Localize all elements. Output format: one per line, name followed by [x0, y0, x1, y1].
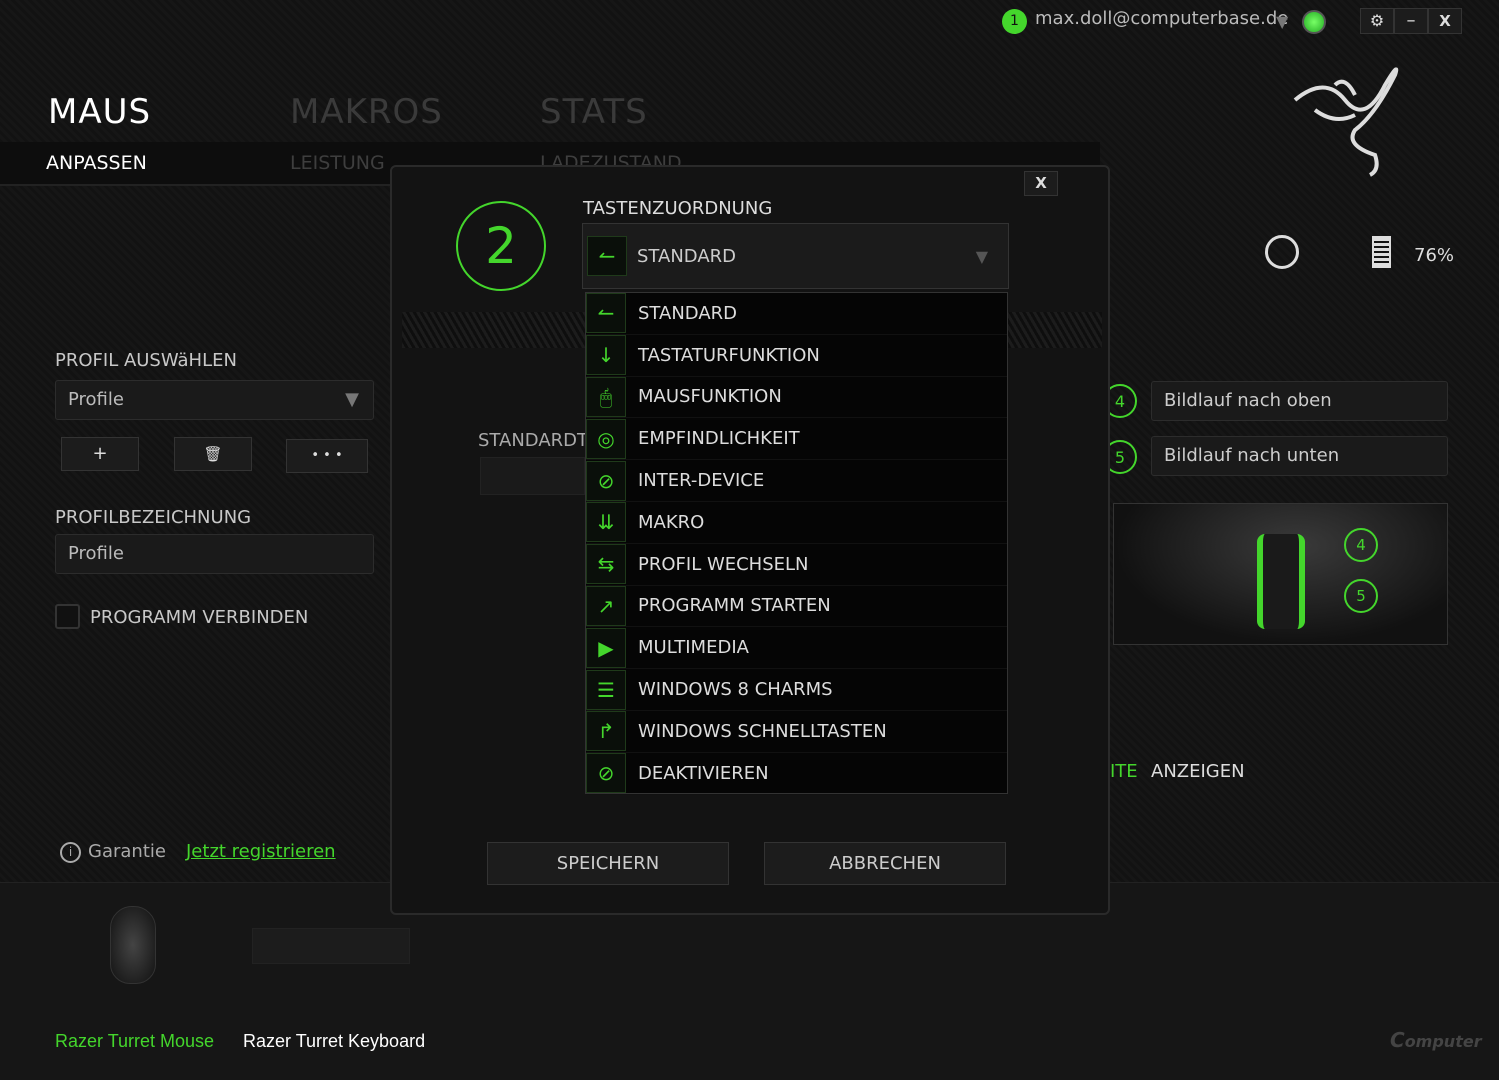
option-label: TASTATURFUNKTION	[638, 344, 820, 366]
assignment-options-list: ↼ STANDARD ↓ TASTATURFUNKTION 🖱 MAUSFUNKTION ◎…	[585, 292, 1008, 795]
profile-select-value: Profile	[68, 389, 124, 410]
shortcut-icon: ↱	[586, 711, 626, 752]
option-label: EMPFINDLICHKEIT	[638, 428, 800, 450]
option-programm-starten[interactable]: ↗ PROGRAMM STARTEN	[586, 585, 1007, 628]
preview-key-4[interactable]: 4	[1344, 528, 1378, 562]
device-razer-turret-mouse[interactable]: Razer Turret Mouse	[55, 1031, 214, 1052]
minimize-button[interactable]: –	[1394, 8, 1428, 34]
assignment-select[interactable]: ↼ STANDARD ▼	[582, 223, 1009, 289]
razer-logo-icon	[1293, 67, 1399, 177]
key-assignment-5[interactable]: Bildlauf nach unten	[1151, 436, 1448, 476]
profile-name-input[interactable]: Profile	[55, 534, 374, 574]
option-standard[interactable]: ↼ STANDARD	[586, 293, 1007, 335]
chevron-down-icon: ▼	[975, 246, 988, 266]
status-indicator-icon	[1302, 10, 1326, 34]
add-profile-button[interactable]: +	[61, 437, 139, 471]
tab-makros[interactable]: MAKROS	[290, 92, 443, 132]
option-multimedia[interactable]: ▶ MULTIMEDIA	[586, 627, 1007, 670]
sensitivity-icon: ◎	[586, 418, 626, 459]
cancel-button[interactable]: ABBRECHEN	[764, 842, 1006, 885]
register-link[interactable]: Jetzt registrieren	[186, 841, 336, 862]
device-razer-turret-keyboard[interactable]: Razer Turret Keyboard	[243, 1031, 425, 1052]
option-windows-8-charms[interactable]: ☰ WINDOWS 8 CHARMS	[586, 669, 1007, 711]
option-label: INTER-DEVICE	[638, 470, 765, 492]
info-icon: i	[60, 842, 81, 863]
battery-percentage: 76%	[1414, 245, 1455, 266]
show-label[interactable]: ANZEIGEN	[1151, 761, 1245, 782]
option-makro[interactable]: ⇊ MAKRO	[586, 502, 1007, 544]
subtab-leistung[interactable]: LEISTUNG	[290, 152, 385, 174]
tab-stats[interactable]: STATS	[540, 92, 648, 132]
assignment-select-value: STANDARD	[637, 245, 737, 267]
dialog-title: TASTENZUORDNUNG	[583, 198, 773, 219]
option-label: WINDOWS SCHNELLTASTEN	[638, 720, 887, 742]
option-profil-wechseln[interactable]: ⇆ PROFIL WECHSELN	[586, 544, 1007, 586]
notification-badge[interactable]: 1	[1002, 9, 1027, 34]
profile-name-label: PROFILBEZEICHNUNG	[55, 507, 252, 528]
link-program-checkbox[interactable]	[55, 604, 80, 629]
close-button[interactable]: X	[1428, 8, 1462, 34]
option-inter-device[interactable]: ⊘ INTER-DEVICE	[586, 460, 1007, 502]
option-mausfunktion[interactable]: 🖱 MAUSFUNKTION	[586, 376, 1007, 419]
link-program-label: PROGRAMM VERBINDEN	[90, 607, 309, 628]
dialog-close-button[interactable]: X	[1024, 171, 1058, 196]
mouse-status-icon	[1265, 235, 1299, 269]
preview-key-5[interactable]: 5	[1344, 579, 1378, 613]
settings-button[interactable]: ⚙	[1360, 8, 1394, 34]
behind-label: STANDARDT	[478, 430, 589, 451]
mouse-preview-image: 4 5	[1113, 503, 1448, 645]
tab-maus[interactable]: MAUS	[48, 92, 151, 132]
key-assignment-4[interactable]: Bildlauf nach oben	[1151, 381, 1448, 421]
more-options-button[interactable]: • • •	[286, 439, 368, 473]
show-partial-label[interactable]: ITE	[1110, 761, 1138, 782]
launch-program-icon: ↗	[586, 585, 626, 626]
button-number-badge: 2	[456, 201, 546, 291]
profile-select-label: PROFIL AUSWäHLEN	[55, 350, 237, 371]
option-label: STANDARD	[638, 302, 738, 324]
option-label: PROFIL WECHSELN	[638, 553, 809, 575]
option-empfindlichkeit[interactable]: ◎ EMPFINDLICHKEIT	[586, 418, 1007, 461]
option-label: MAKRO	[638, 511, 705, 533]
chevron-down-icon: ▼	[345, 389, 359, 410]
switch-profile-icon: ⇆	[586, 544, 626, 585]
multimedia-icon: ▶	[586, 627, 626, 668]
account-name[interactable]: max.doll@computerbase.de	[1035, 8, 1288, 29]
option-label: PROGRAMM STARTEN	[638, 595, 831, 617]
mouse-icon: 🖱	[586, 376, 626, 417]
option-deaktivieren[interactable]: ⊘ DEAKTIVIEREN	[586, 753, 1007, 795]
mouse-device-image[interactable]	[110, 906, 156, 984]
save-button[interactable]: SPEICHERN	[487, 842, 729, 885]
option-windows-schnelltasten[interactable]: ↱ WINDOWS SCHNELLTASTEN	[586, 711, 1007, 753]
scroll-wheel-led	[1257, 534, 1305, 629]
standard-icon: ↼	[587, 236, 627, 276]
profile-select[interactable]: Profile ▼	[55, 380, 374, 420]
behind-field	[480, 457, 585, 495]
battery-icon	[1372, 236, 1391, 268]
delete-profile-button[interactable]: 🗑	[174, 437, 252, 471]
keyboard-icon: ↓	[586, 335, 626, 376]
macro-icon: ⇊	[586, 502, 626, 543]
option-label: MAUSFUNKTION	[638, 386, 782, 408]
option-label: MULTIMEDIA	[638, 637, 749, 659]
option-tastaturfunktion[interactable]: ↓ TASTATURFUNKTION	[586, 335, 1007, 377]
keyboard-device-image[interactable]	[252, 928, 410, 964]
warranty-label: Garantie	[88, 841, 166, 862]
option-label: WINDOWS 8 CHARMS	[638, 679, 833, 701]
subtab-anpassen[interactable]: ANPASSEN	[46, 152, 147, 174]
account-dropdown-icon[interactable]: ▼	[1276, 12, 1288, 31]
charms-icon: ☰	[586, 669, 626, 710]
standard-icon: ↼	[586, 293, 626, 334]
disable-icon: ⊘	[586, 753, 626, 794]
option-label: DEAKTIVIEREN	[638, 762, 769, 784]
inter-device-icon: ⊘	[586, 460, 626, 501]
watermark-logo: Computer	[1390, 1028, 1482, 1052]
